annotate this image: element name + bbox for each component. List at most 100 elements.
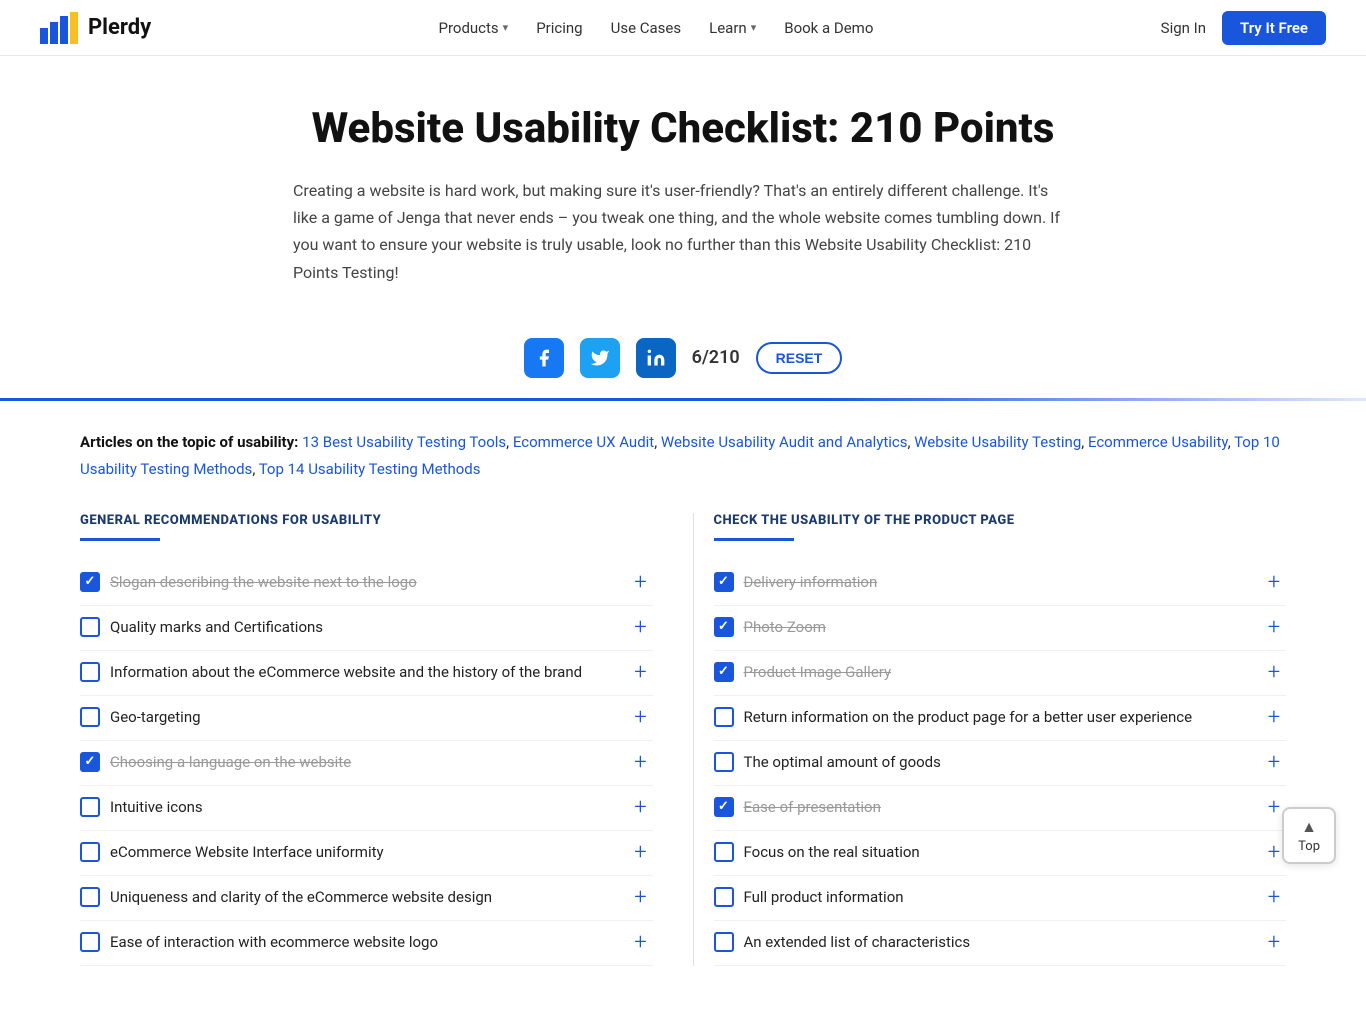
checklist-item-0: Delivery information + xyxy=(714,561,1287,606)
right-col-title: CHECK THE USABILITY OF THE PRODUCT PAGE xyxy=(714,513,1287,528)
left-col-underline xyxy=(80,538,160,541)
try-free-button[interactable]: Try It Free xyxy=(1222,11,1326,45)
back-to-top-button[interactable]: ▲ Top xyxy=(1282,807,1336,864)
article-link-0[interactable]: 13 Best Usability Testing Tools xyxy=(302,433,506,451)
checkbox-8[interactable] xyxy=(714,932,734,952)
expand-button-2[interactable]: + xyxy=(629,661,653,685)
expand-button-8[interactable]: + xyxy=(629,931,653,955)
expand-button-8[interactable]: + xyxy=(1262,931,1286,955)
logo[interactable]: Plerdy xyxy=(40,12,151,44)
page-title: Website Usability Checklist: 210 Points xyxy=(40,104,1326,153)
expand-button-7[interactable]: + xyxy=(629,886,653,910)
checkbox-4[interactable] xyxy=(80,752,100,772)
left-checklist-col: GENERAL RECOMMENDATIONS FOR USABILITY Sl… xyxy=(80,513,693,966)
expand-button-2[interactable]: + xyxy=(1262,661,1286,685)
nav-book-demo[interactable]: Book a Demo xyxy=(784,19,873,37)
top-label: Top xyxy=(1298,839,1320,854)
articles-label: Articles on the topic of usability: xyxy=(80,433,298,451)
item-text-5: Intuitive icons xyxy=(110,796,203,819)
checkbox-2[interactable] xyxy=(714,662,734,682)
nav-products[interactable]: Products ▾ xyxy=(438,19,508,37)
expand-button-3[interactable]: + xyxy=(629,706,653,730)
article-link-3[interactable]: Website Usability Testing xyxy=(914,433,1081,451)
checkbox-7[interactable] xyxy=(714,887,734,907)
expand-button-6[interactable]: + xyxy=(629,841,653,865)
logo-text: Plerdy xyxy=(88,15,151,40)
checkbox-5[interactable] xyxy=(714,797,734,817)
checkbox-5[interactable] xyxy=(80,797,100,817)
checkbox-8[interactable] xyxy=(80,932,100,952)
sign-in-button[interactable]: Sign In xyxy=(1161,19,1206,37)
checklist-item-7: Uniqueness and clarity of the eCommerce … xyxy=(80,876,653,921)
nav-use-cases[interactable]: Use Cases xyxy=(611,19,682,37)
checkbox-0[interactable] xyxy=(80,572,100,592)
checklist-item-6: eCommerce Website Interface uniformity + xyxy=(80,831,653,876)
checklist-item-0: Slogan describing the website next to th… xyxy=(80,561,653,606)
item-text-6: eCommerce Website Interface uniformity xyxy=(110,841,384,864)
right-col-underline xyxy=(714,538,794,541)
nav-learn[interactable]: Learn ▾ xyxy=(709,19,756,37)
expand-button-0[interactable]: + xyxy=(629,571,653,595)
checklist-item-2: Product Image Gallery+ xyxy=(714,651,1287,696)
nav-links: Products ▾ Pricing Use Cases Learn ▾ Boo… xyxy=(438,19,873,37)
twitter-share-button[interactable] xyxy=(580,338,620,378)
checklist-item-6: Focus on the real situation+ xyxy=(714,831,1287,876)
expand-button-7[interactable]: + xyxy=(1262,886,1286,910)
checklist-container: GENERAL RECOMMENDATIONS FOR USABILITY Sl… xyxy=(0,493,1366,1026)
nav-pricing[interactable]: Pricing xyxy=(536,19,582,37)
article-link-2[interactable]: Website Usability Audit and Analytics xyxy=(661,433,908,451)
checklist-item-5: Ease of presentation+ xyxy=(714,786,1287,831)
expand-button-1[interactable]: + xyxy=(629,616,653,640)
article-link-4[interactable]: Ecommerce Usability xyxy=(1088,433,1228,451)
item-text-0: Slogan describing the website next to th… xyxy=(110,571,417,594)
item-text-4: The optimal amount of goods xyxy=(744,751,941,774)
facebook-share-button[interactable] xyxy=(524,338,564,378)
left-checklist-items: Slogan describing the website next to th… xyxy=(80,561,653,966)
checkbox-1[interactable] xyxy=(714,617,734,637)
checkbox-4[interactable] xyxy=(714,752,734,772)
item-text-1: Photo Zoom xyxy=(744,616,826,639)
checkbox-7[interactable] xyxy=(80,887,100,907)
checklist-item-3: Return information on the product page f… xyxy=(714,696,1287,741)
checklist-item-1: Photo Zoom + xyxy=(714,606,1287,651)
item-text-1: Quality marks and Certifications xyxy=(110,616,323,639)
item-text-4: Choosing a language on the website xyxy=(110,751,351,774)
top-arrow-icon: ▲ xyxy=(1301,817,1317,837)
expand-button-0[interactable]: + xyxy=(1262,571,1286,595)
share-bar: 6/210 RESET xyxy=(0,310,1366,398)
right-checklist-items: Delivery information+Photo Zoom+Product … xyxy=(714,561,1287,966)
expand-button-4[interactable]: + xyxy=(629,751,653,775)
article-link-1[interactable]: Ecommerce UX Audit xyxy=(513,433,654,451)
left-col-title: GENERAL RECOMMENDATIONS FOR USABILITY xyxy=(80,513,653,528)
reset-button[interactable]: RESET xyxy=(756,342,843,374)
expand-button-3[interactable]: + xyxy=(1262,706,1286,730)
products-chevron: ▾ xyxy=(503,21,509,34)
checkbox-3[interactable] xyxy=(80,707,100,727)
checkbox-6[interactable] xyxy=(714,842,734,862)
checklist-item-5: Intuitive icons + xyxy=(80,786,653,831)
item-text-7: Full product information xyxy=(744,886,904,909)
article-link-6[interactable]: Top 14 Usability Testing Methods xyxy=(259,460,481,478)
hero-description: Creating a website is hard work, but mak… xyxy=(293,177,1073,286)
checkbox-0[interactable] xyxy=(714,572,734,592)
item-text-3: Geo-targeting xyxy=(110,706,201,729)
expand-button-4[interactable]: + xyxy=(1262,751,1286,775)
expand-button-5[interactable]: + xyxy=(629,796,653,820)
checkbox-1[interactable] xyxy=(80,617,100,637)
item-text-8: Ease of interaction with ecommerce websi… xyxy=(110,931,438,954)
item-text-2: Information about the eCommerce website … xyxy=(110,661,582,684)
checklist-item-8: Ease of interaction with ecommerce websi… xyxy=(80,921,653,966)
item-text-3: Return information on the product page f… xyxy=(744,706,1193,729)
checklist-item-4: Choosing a language on the website + xyxy=(80,741,653,786)
checklist-item-7: Full product information + xyxy=(714,876,1287,921)
checklist-item-8: An extended list of characteristics+ xyxy=(714,921,1287,966)
item-text-0: Delivery information xyxy=(744,571,878,594)
item-text-5: Ease of presentation xyxy=(744,796,881,819)
checkbox-6[interactable] xyxy=(80,842,100,862)
checkbox-2[interactable] xyxy=(80,662,100,682)
learn-chevron: ▾ xyxy=(751,21,757,34)
item-text-6: Focus on the real situation xyxy=(744,841,920,864)
expand-button-1[interactable]: + xyxy=(1262,616,1286,640)
linkedin-share-button[interactable] xyxy=(636,338,676,378)
checkbox-3[interactable] xyxy=(714,707,734,727)
